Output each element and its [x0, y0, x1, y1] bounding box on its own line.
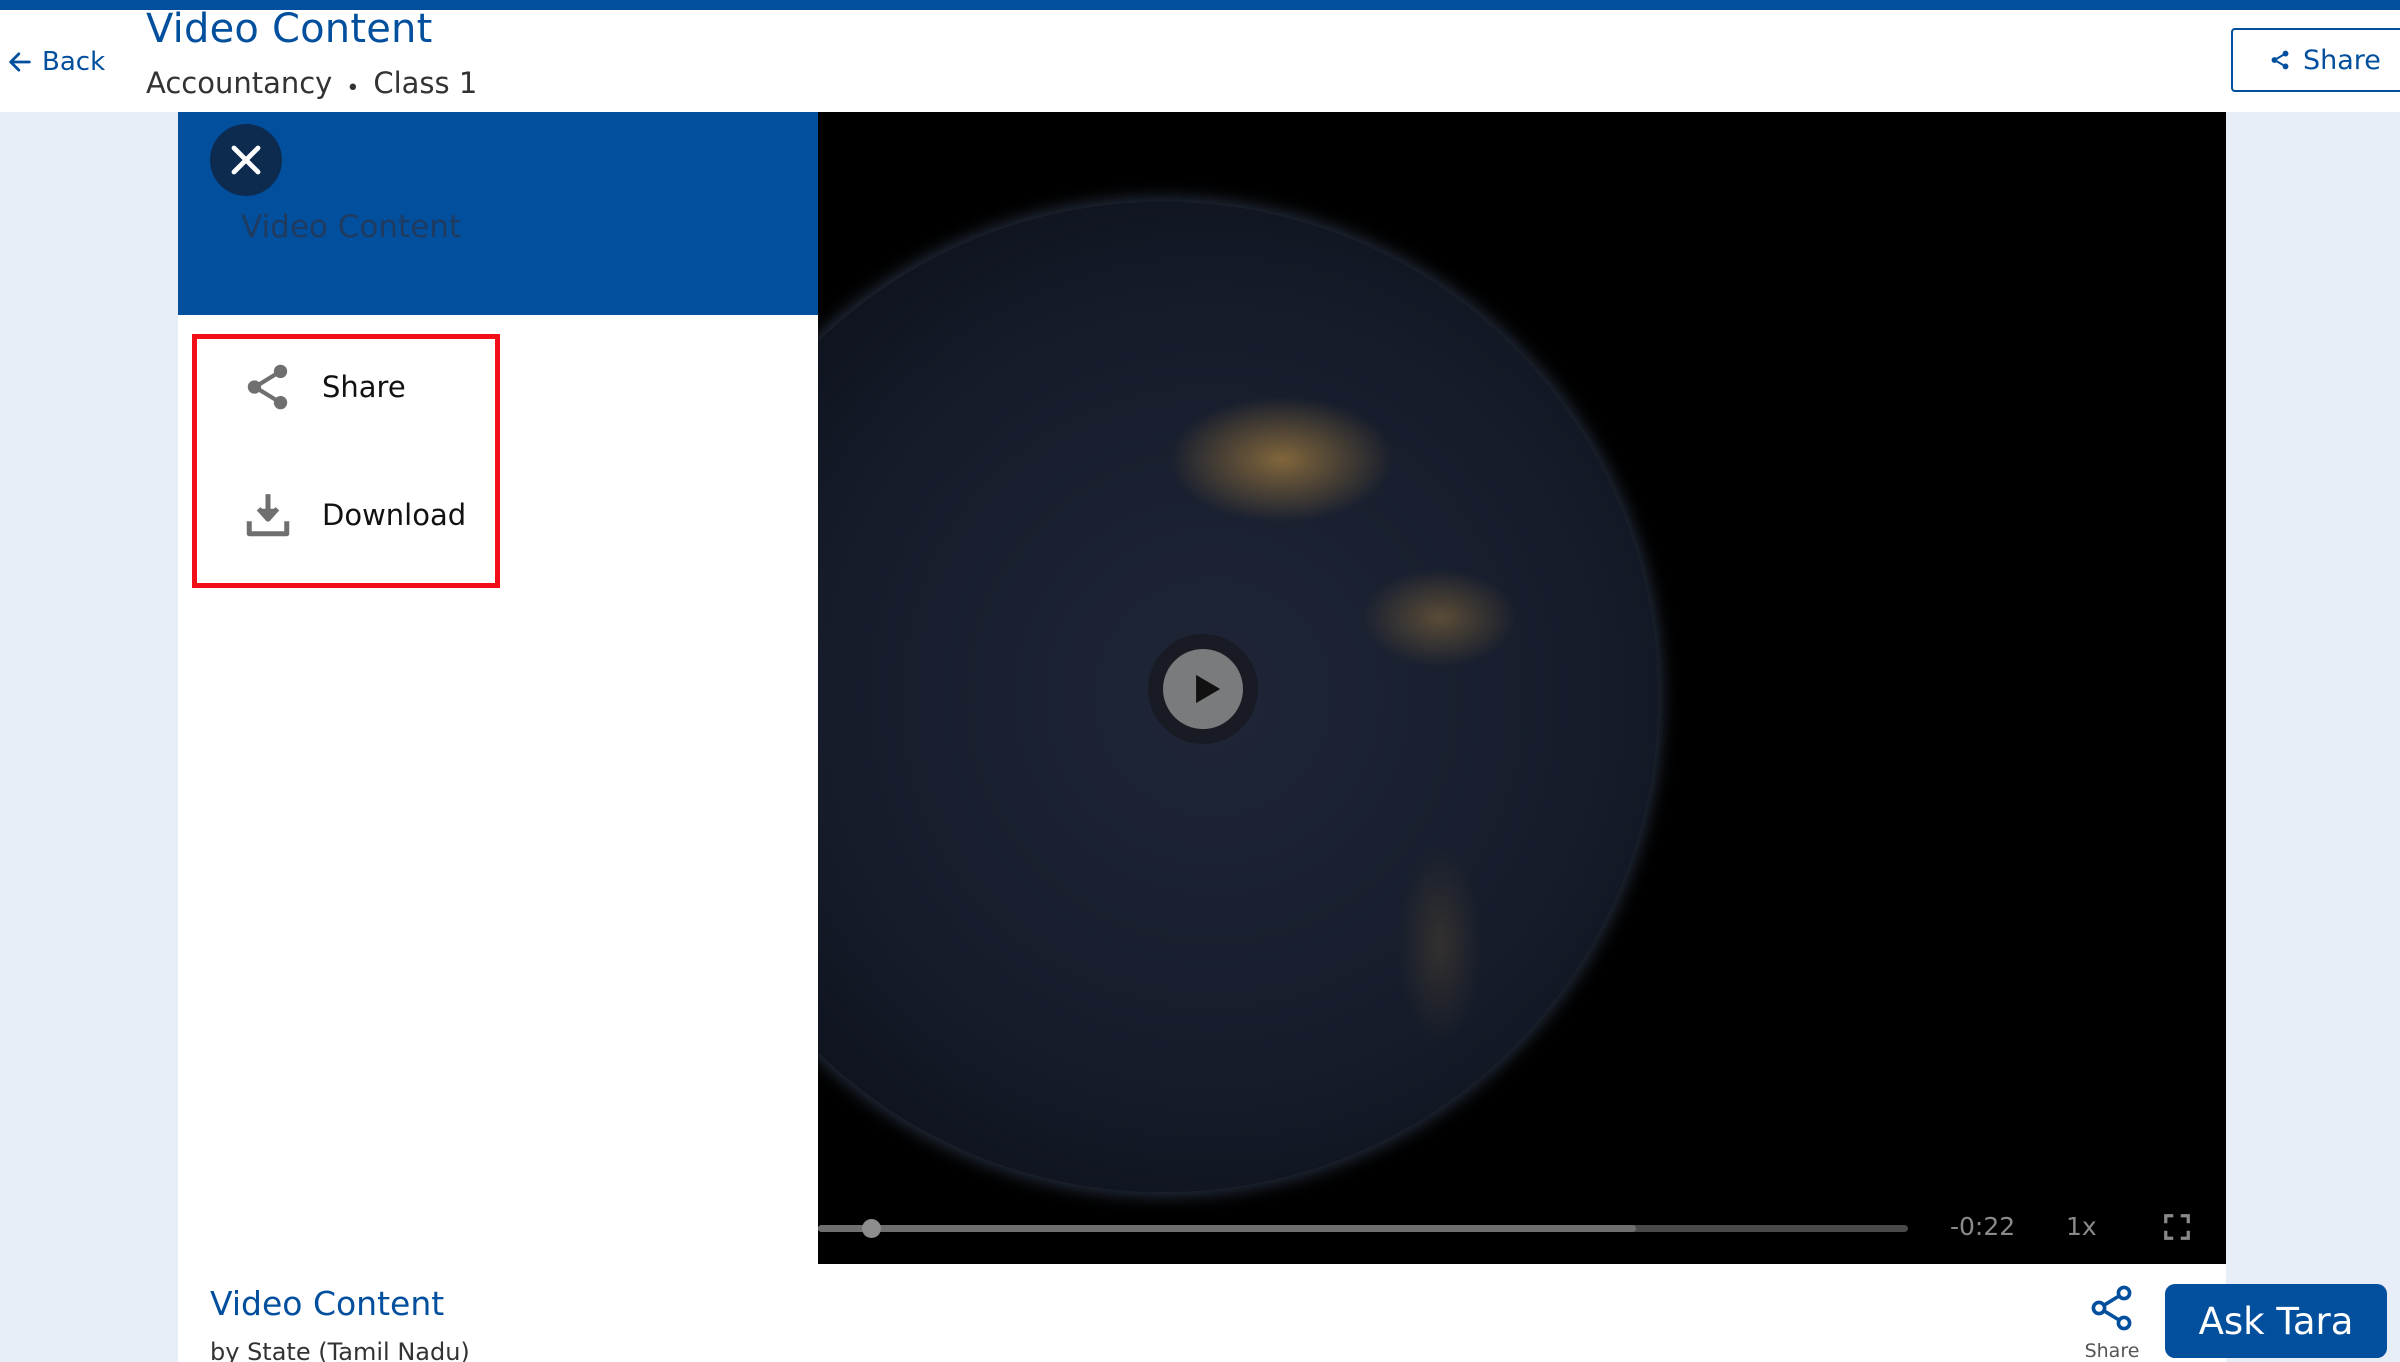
- breadcrumb-separator: •: [346, 75, 360, 101]
- page-title: Video Content: [146, 6, 433, 52]
- content-share-label: Share: [2084, 1340, 2140, 1362]
- close-panel-button[interactable]: [210, 124, 282, 196]
- breadcrumb-class: Class 1: [373, 66, 478, 100]
- back-label: Back: [42, 47, 106, 77]
- breadcrumb-subject: Accountancy: [146, 66, 333, 100]
- buffered-bar: [818, 1225, 1636, 1232]
- menu-item-label: Download: [322, 498, 467, 532]
- share-icon: [2091, 1285, 2132, 1331]
- header-share-button[interactable]: Share: [2231, 28, 2400, 92]
- ask-tara-button[interactable]: Ask Tara: [2165, 1284, 2387, 1358]
- side-panel-title: Video Content: [241, 209, 461, 245]
- close-icon: [231, 145, 261, 175]
- fullscreen-button[interactable]: [2162, 1212, 2192, 1242]
- menu-item-label: Share: [322, 370, 406, 404]
- play-button[interactable]: [1148, 634, 1258, 744]
- content-author: by State (Tamil Nadu): [210, 1338, 470, 1362]
- share-icon: [243, 362, 293, 412]
- fullscreen-icon: [2164, 1214, 2190, 1240]
- header-share-label: Share: [2303, 44, 2381, 76]
- share-icon: [2271, 50, 2289, 70]
- menu-item-download[interactable]: Download: [197, 467, 495, 563]
- back-button[interactable]: Back: [6, 44, 105, 80]
- breadcrumb: Accountancy • Class 1: [146, 66, 478, 101]
- play-icon: [1196, 674, 1221, 704]
- content-share-button[interactable]: Share: [2080, 1284, 2144, 1362]
- progress-bar[interactable]: [818, 1219, 1908, 1238]
- options-menu: Share Download: [192, 334, 500, 588]
- menu-item-share[interactable]: Share: [197, 339, 495, 435]
- download-icon: [243, 490, 293, 540]
- video-player[interactable]: [818, 112, 2226, 1264]
- progress-thumb[interactable]: [861, 1219, 881, 1238]
- content-title: Video Content: [210, 1284, 445, 1323]
- playback-speed-button[interactable]: 1x: [2066, 1212, 2097, 1241]
- time-remaining: -0:22: [1950, 1212, 2016, 1241]
- arrow-left-icon: [9, 52, 31, 72]
